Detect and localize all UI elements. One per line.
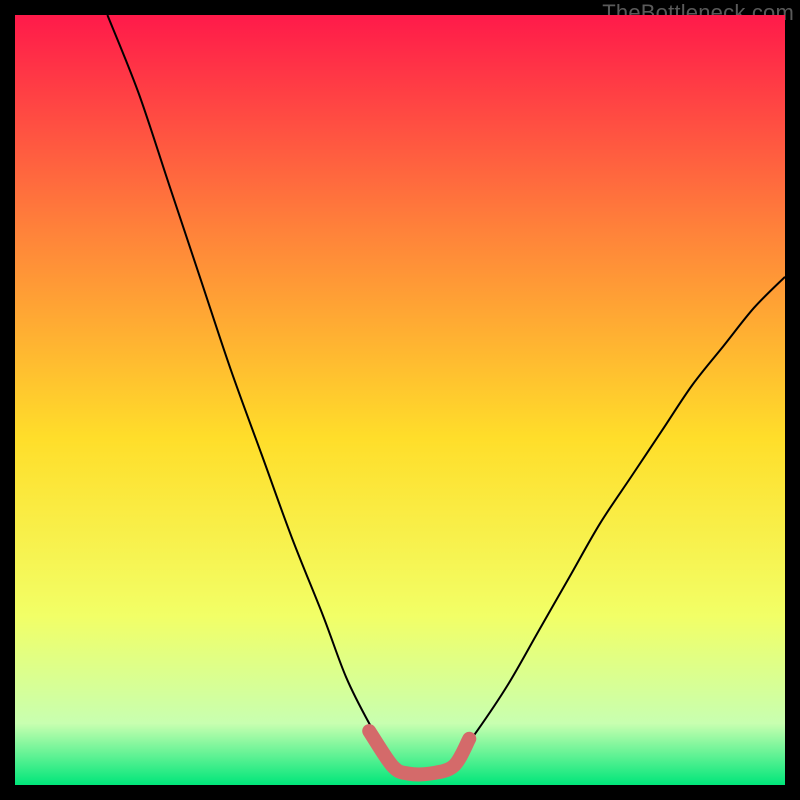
gradient-background [15,15,785,785]
plot-area [15,15,785,785]
chart-svg [15,15,785,785]
chart-frame: TheBottleneck.com [0,0,800,800]
